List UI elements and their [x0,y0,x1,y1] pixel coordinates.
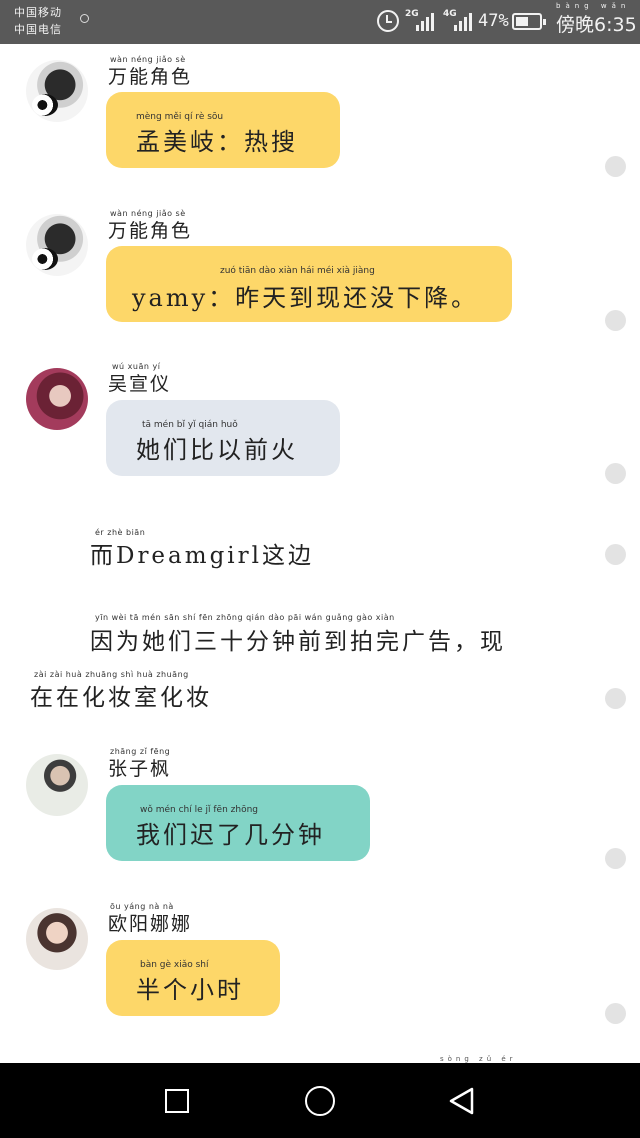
read-indicator-icon [605,310,626,331]
narration-text: 而Dreamgirl这边 [90,543,314,569]
avatar[interactable] [26,60,88,122]
signal-icon [454,13,476,31]
message-text: 孟美岐：热搜 [136,128,298,156]
read-indicator-icon [605,688,626,709]
message-bubble[interactable]: tā mén bǐ yǐ qián huǒ 她们比以前火 [106,400,340,476]
narration-text: 在在化妆室化妆 [30,685,212,711]
data-indicator-icon [80,14,89,23]
message-bubble[interactable]: wǒ mén chí le jǐ fēn zhōng 我们迟了几分钟 [106,785,370,861]
avatar[interactable] [26,368,88,430]
carrier-1: 中国移动 [14,6,62,19]
sender-name: 吴宣仪 [108,373,172,395]
home-button[interactable] [305,1086,335,1116]
read-indicator-icon [605,848,626,869]
back-button[interactable] [448,1087,476,1115]
message-text: 我们迟了几分钟 [136,821,325,849]
avatar[interactable] [26,214,88,276]
sender-name: 万能角色 [108,220,193,242]
message-pinyin: tā mén bǐ yǐ qián huǒ [142,420,238,430]
signal-icon [416,13,438,31]
read-indicator-icon [605,1003,626,1024]
recent-apps-button[interactable] [165,1089,189,1113]
message-bubble[interactable]: bàn gè xiǎo shí 半个小时 [106,940,280,1016]
narration-text: 因为她们三十分钟前到拍完广告，现 [90,629,506,655]
read-indicator-icon [605,156,626,177]
message-text: 她们比以前火 [136,436,298,464]
next-line-pinyin: sòng zǔ ér [440,1055,517,1063]
message-pinyin: wǒ mén chí le jǐ fēn zhōng [140,805,258,815]
message-pinyin: bàn gè xiǎo shí [140,960,209,970]
clock: 傍晚6:35 [556,14,637,36]
avatar[interactable] [26,908,88,970]
narration-pinyin: yīn wèi tā mén sān shí fēn zhōng qián dà… [95,613,395,622]
sender-name: 欧阳娜娜 [108,913,193,935]
status-bar: 中国移动 中国电信 2G 4G 47% bàng wǎn 傍晚6:35 [0,0,640,44]
battery-icon [512,13,546,30]
alarm-icon [377,10,399,32]
navigation-bar [0,1063,640,1138]
time-pinyin: bàng wǎn [556,2,631,10]
message-pinyin: mèng měi qí rè sōu [136,112,224,122]
message-bubble[interactable]: zuó tiān dào xiàn hái méi xià jiàng yamy… [106,246,512,322]
avatar[interactable] [26,754,88,816]
battery-percent: 47% [478,11,509,31]
message-bubble[interactable]: mèng měi qí rè sōu 孟美岐：热搜 [106,92,340,168]
read-indicator-icon [605,463,626,484]
carrier-2: 中国电信 [14,23,62,36]
message-text: yamy：昨天到现还没下降。 [132,284,479,312]
sender-name: 万能角色 [108,66,193,88]
message-pinyin: zuó tiān dào xiàn hái méi xià jiàng [220,266,375,276]
sender-name: 张子枫 [108,758,172,780]
read-indicator-icon [605,544,626,565]
message-text: 半个小时 [136,976,244,1004]
